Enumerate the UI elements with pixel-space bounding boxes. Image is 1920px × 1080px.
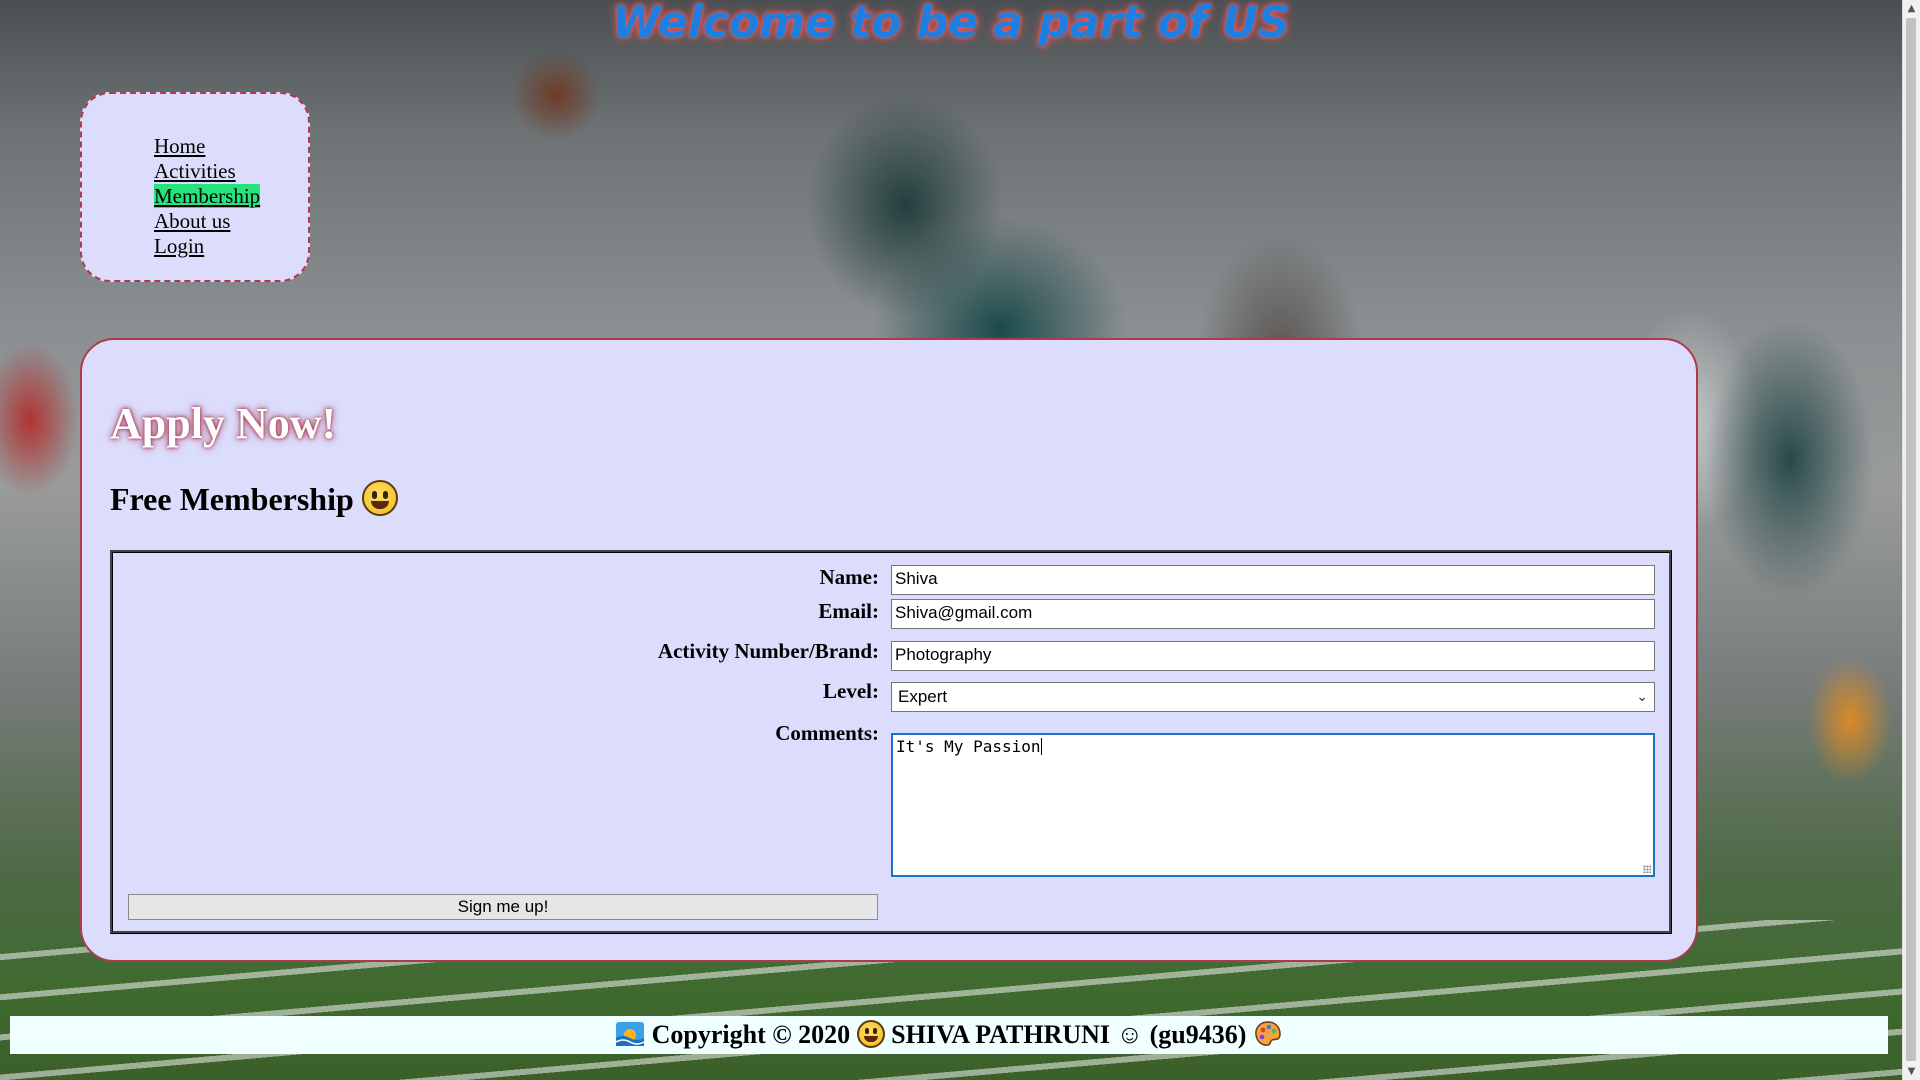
free-membership-label: Free Membership (110, 481, 354, 517)
chevron-down-icon: ⌄ (1636, 689, 1648, 705)
footer-bar: Copyright © 2020 SHIVA PATHRUNI ☺ (gu943… (10, 1016, 1888, 1054)
author-handle: (gu9436) (1149, 1020, 1247, 1049)
membership-panel: Apply Now! Free Membership Name: Shiva E… (80, 338, 1698, 962)
copyright-text: Copyright © 2020 (651, 1020, 851, 1049)
scroll-down-arrow-icon[interactable]: ▼ (1903, 1063, 1920, 1080)
text-cursor (1040, 738, 1042, 755)
sign-me-up-button[interactable]: Sign me up! (128, 894, 878, 920)
nav-link-login[interactable]: Login (154, 234, 204, 258)
level-label: Level: (823, 679, 879, 703)
nav-link-membership[interactable]: Membership (154, 184, 261, 208)
name-input[interactable]: Shiva (891, 565, 1655, 595)
apply-now-heading: Apply Now! (110, 399, 337, 448)
vertical-scrollbar[interactable]: ▲ ▼ (1902, 0, 1920, 1080)
level-selected-value: Expert (898, 687, 948, 706)
nav-link-about-us[interactable]: About us (154, 209, 230, 233)
nav-link-home[interactable]: Home (154, 134, 205, 158)
grinning-face-icon (361, 480, 398, 516)
nav-list: Home Activities Membership About us Logi… (82, 94, 308, 259)
resize-grip-icon[interactable] (1643, 865, 1651, 873)
sunrise-icon (615, 1022, 645, 1046)
name-label: Name: (819, 565, 879, 589)
free-membership-heading: Free Membership (110, 480, 398, 518)
palette-icon (1255, 1021, 1281, 1046)
comments-textarea[interactable]: It's My Passion (891, 733, 1655, 877)
membership-form: Name: Shiva Email: Shiva@gmail.com Activ… (110, 550, 1672, 934)
nav-menu: Home Activities Membership About us Logi… (80, 92, 310, 282)
comments-label: Comments: (775, 721, 879, 745)
activity-input[interactable]: Photography (891, 641, 1655, 671)
smile-glyph: ☺ (1116, 1020, 1144, 1049)
scrollbar-thumb[interactable] (1906, 18, 1916, 1061)
author-name: SHIVA PATHRUNI (891, 1020, 1111, 1049)
email-input[interactable]: Shiva@gmail.com (891, 599, 1655, 629)
activity-label: Activity Number/Brand: (657, 639, 879, 663)
page-banner-title: Welcome to be a part of US (612, 0, 1290, 48)
grinning-face-icon (856, 1020, 885, 1048)
level-select[interactable]: Expert ⌄ (891, 682, 1655, 712)
scroll-up-arrow-icon[interactable]: ▲ (1903, 0, 1920, 17)
comments-text: It's My Passion (896, 737, 1041, 756)
nav-link-activities[interactable]: Activities (154, 159, 236, 183)
email-label: Email: (818, 599, 879, 623)
